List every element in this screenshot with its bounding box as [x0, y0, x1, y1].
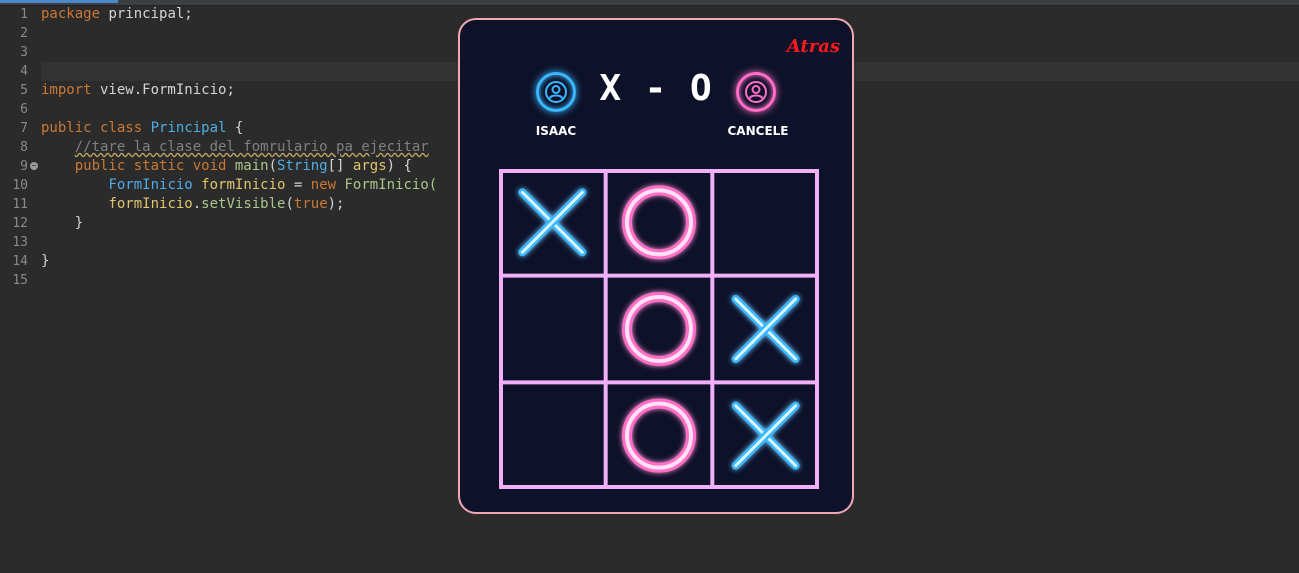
line-number: 11	[12, 197, 28, 212]
line-number: 6	[20, 102, 28, 117]
line-number: 14	[12, 254, 28, 269]
line-number: 8	[20, 140, 28, 155]
tic-tac-toe-dialog: Atras ISAAC X - O CANCELE	[458, 18, 854, 514]
code-token: (	[268, 158, 278, 174]
code-token: setVisible	[201, 196, 286, 212]
code-token: []	[327, 158, 353, 174]
code-token: Principal	[150, 120, 227, 136]
board-cell-2-3[interactable]	[715, 279, 819, 383]
line-number: 10	[12, 178, 28, 193]
line-number: 13	[12, 235, 28, 250]
fold-toggle-icon[interactable]: −	[30, 162, 38, 170]
board-cell-2-2[interactable]	[609, 279, 713, 383]
code-token: }	[41, 253, 50, 269]
board-cell-1-1[interactable]	[502, 172, 606, 276]
line-number: 2	[20, 26, 28, 41]
player1-name: ISAAC	[535, 124, 577, 138]
game-board	[499, 169, 819, 489]
code-token: (	[285, 196, 294, 212]
code-token: main	[234, 158, 269, 174]
line-number: 4	[20, 64, 28, 79]
player2-name: CANCELE	[727, 124, 789, 138]
board-cell-1-2[interactable]	[609, 172, 713, 276]
board-cell-3-1[interactable]	[502, 385, 606, 489]
code-token: new	[310, 177, 337, 193]
code-token: =	[285, 177, 311, 193]
code-token: ) {	[386, 158, 412, 174]
desktop: 1 2 3 4 5 6 7 8 9−10 11 12 13 14 15 package principal…	[0, 0, 1299, 573]
code-token: public	[41, 120, 92, 136]
line-number: 15	[12, 273, 28, 288]
code-token: package	[41, 6, 101, 22]
code-token: principal;	[100, 6, 193, 22]
board-cell-3-2[interactable]	[609, 385, 713, 489]
code-token: public static void	[74, 158, 227, 174]
code-token: );	[327, 196, 345, 212]
line-number: 1	[20, 7, 28, 22]
board-cell-2-1[interactable]	[502, 279, 606, 383]
back-button[interactable]: Atras	[787, 36, 840, 57]
code-token: {	[226, 120, 244, 136]
code-token: true	[293, 196, 328, 212]
code-token: import	[41, 82, 92, 98]
line-number-gutter: 1 2 3 4 5 6 7 8 9−10 11 12 13 14 15	[0, 5, 38, 290]
code-token: args	[352, 158, 387, 174]
board-cell-3-3[interactable]	[715, 385, 819, 489]
code-token: }	[41, 215, 84, 231]
active-tab-indicator[interactable]	[0, 0, 118, 3]
score-display: X - O	[599, 68, 713, 109]
code-token: view.FormInicio;	[91, 82, 235, 98]
line-number: 12	[12, 216, 28, 231]
line-number: 9−	[20, 159, 38, 174]
player1-user-icon	[536, 72, 576, 112]
code-token: formInicio	[108, 196, 193, 212]
code-token: //tare la clase del fomrulario pa ejecit…	[74, 139, 429, 155]
code-token: FormInicio(	[344, 177, 438, 193]
board-cell-1-3[interactable]	[715, 172, 819, 276]
code-token: class	[100, 120, 143, 136]
code-token: formInicio	[201, 177, 286, 193]
code-token: String	[277, 158, 328, 174]
line-number: 5	[20, 83, 28, 98]
code-token: FormInicio	[108, 177, 193, 193]
player2-user-icon	[736, 72, 776, 112]
line-number: 3	[20, 45, 28, 60]
code-token: .	[192, 196, 202, 212]
line-number: 7	[20, 121, 28, 136]
